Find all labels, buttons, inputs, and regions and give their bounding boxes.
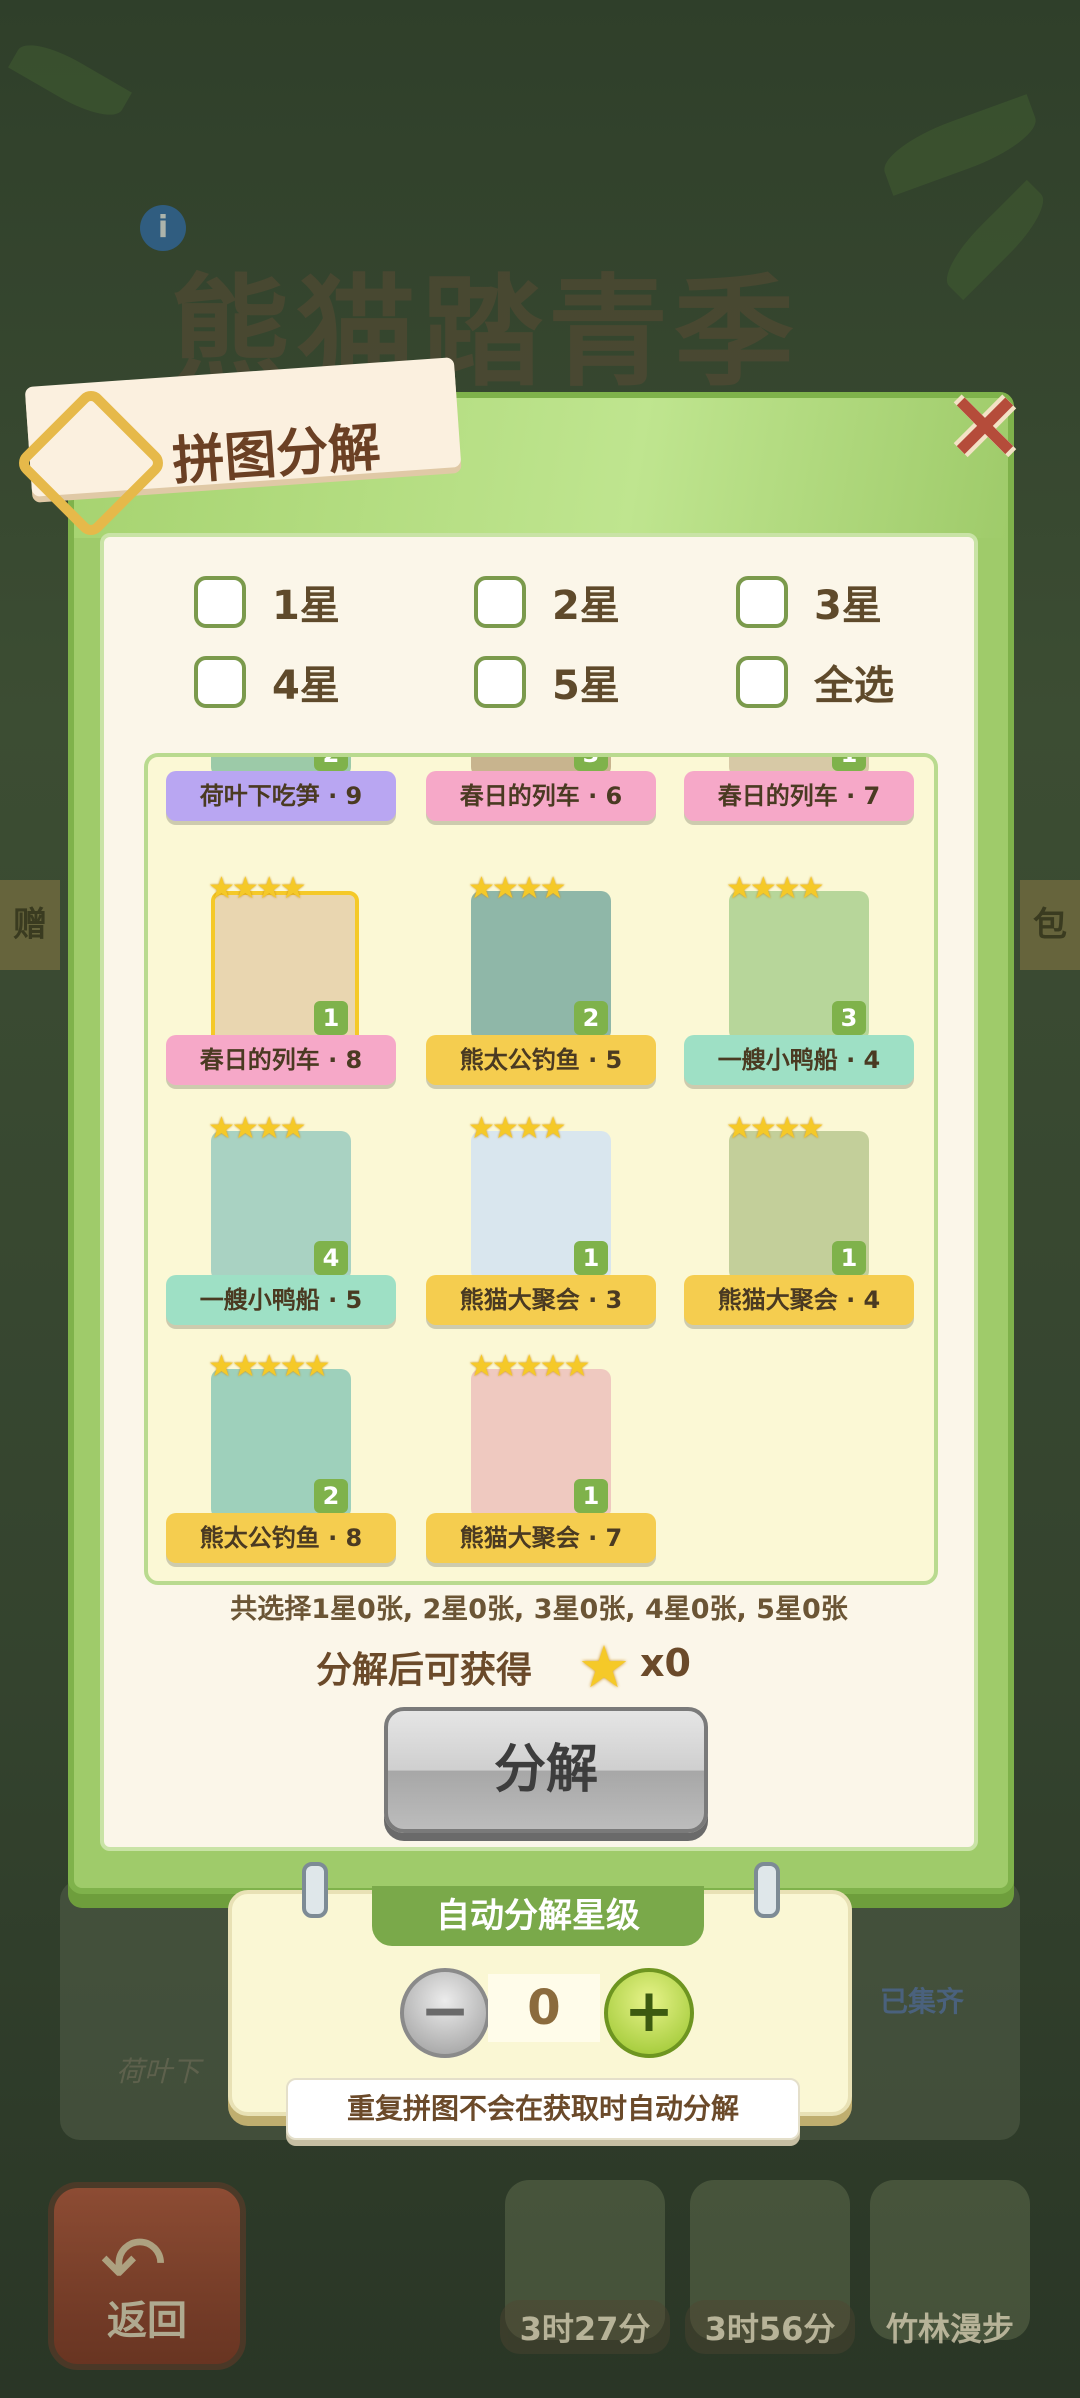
piece-count: 1: [574, 1479, 608, 1513]
reward-label: 分解后可获得: [316, 1650, 533, 1691]
filter-row-2: 4星 5星 全选: [104, 647, 974, 717]
checkbox[interactable]: [474, 656, 526, 708]
star-rating: ★★★★: [468, 1111, 567, 1146]
piece-name: 春日的列车 · 6: [426, 771, 656, 821]
piece-count: 1: [314, 1001, 348, 1035]
star-rating: ★★★★: [208, 1111, 307, 1146]
reward-count: x0: [640, 1641, 691, 1685]
piece-count: 3: [574, 757, 608, 771]
checkbox[interactable]: [194, 576, 246, 628]
piece-name: 春日的列车 · 8: [166, 1035, 396, 1085]
piece-name: 熊猫大聚会 · 4: [684, 1275, 914, 1325]
filter-label: 3星: [814, 583, 882, 629]
side-tab-right: 包: [1020, 880, 1080, 970]
card-label: 荷叶下: [116, 2055, 201, 2088]
puzzle-piece[interactable]: ★★★★ 1 春日的列车 · 8: [166, 871, 396, 1101]
bamboo-leaf: [934, 179, 1056, 301]
plus-button[interactable]: +: [604, 1968, 694, 2058]
checkbox[interactable]: [194, 656, 246, 708]
filter-5-star[interactable]: 5星: [474, 647, 620, 717]
collected-stamp: 已集齐: [880, 1985, 965, 2018]
walk-label: 竹林漫步: [885, 2310, 1014, 2348]
timer-label-1: 3时27分: [500, 2300, 670, 2354]
piece-count: 4: [314, 1241, 348, 1275]
puzzle-piece[interactable]: 2 荷叶下吃笋 · 9: [166, 757, 396, 837]
filter-select-all[interactable]: 全选: [736, 647, 894, 717]
piece-count: 2: [314, 1479, 348, 1513]
decompose-button[interactable]: 分解: [384, 1707, 708, 1833]
close-icon[interactable]: ×: [944, 375, 1026, 471]
filter-label: 4星: [272, 663, 340, 709]
piece-count: 2: [314, 757, 348, 771]
ring-clip-icon: [754, 1862, 780, 1918]
ring-clip-icon: [302, 1862, 328, 1918]
puzzle-piece[interactable]: ★★★★ 1 熊猫大聚会 · 3: [426, 1111, 656, 1341]
star-rating: ★★★★★: [468, 1349, 590, 1384]
piece-count: 1: [832, 1241, 866, 1275]
filter-1-star[interactable]: 1星: [194, 567, 340, 637]
piece-name: 熊太公钓鱼 · 5: [426, 1035, 656, 1085]
reward-row: 分解后可获得 ★ x0: [104, 1633, 974, 1703]
dialog-body: 1星 2星 3星 4星 5星 全选 2 荷叶下吃笋 · 9 3 春日的列车 · …: [100, 533, 978, 1851]
auto-decompose-note: 重复拼图不会在获取时自动分解: [286, 2078, 800, 2140]
checkbox[interactable]: [736, 656, 788, 708]
filter-label: 2星: [552, 583, 620, 629]
timer-label-2: 3时56分: [685, 2300, 855, 2354]
puzzle-piece[interactable]: ★★★★★ 1 熊猫大聚会 · 7: [426, 1349, 656, 1579]
puzzle-piece[interactable]: ★★★★ 3 一艘小鸭船 · 4: [684, 871, 914, 1101]
puzzle-piece[interactable]: ★★★★ 2 熊太公钓鱼 · 5: [426, 871, 656, 1101]
star-rating: ★★★★: [208, 871, 307, 906]
bamboo-leaf: [876, 94, 1044, 196]
puzzle-piece[interactable]: ★★★★ 4 一艘小鸭船 · 5: [166, 1111, 396, 1341]
filter-label: 1星: [272, 583, 340, 629]
piece-count: 1: [574, 1241, 608, 1275]
piece-name: 熊猫大聚会 · 7: [426, 1513, 656, 1563]
puzzle-piece[interactable]: ★★★★★ 2 熊太公钓鱼 · 8: [166, 1349, 396, 1579]
back-label: 返回: [107, 2298, 187, 2344]
piece-count: 3: [832, 1001, 866, 1035]
filter-row-1: 1星 2星 3星: [104, 567, 974, 637]
minus-button[interactable]: −: [400, 1968, 490, 2058]
star-rating: ★★★★★: [208, 1349, 330, 1384]
puzzle-piece[interactable]: 3 春日的列车 · 6: [426, 757, 656, 837]
piece-name: 一艘小鸭船 · 5: [166, 1275, 396, 1325]
puzzle-piece[interactable]: 1 春日的列车 · 7: [684, 757, 914, 837]
auto-decompose-title: 自动分解星级: [372, 1886, 704, 1946]
checkbox[interactable]: [736, 576, 788, 628]
star-rating: ★★★★: [468, 871, 567, 906]
checkbox[interactable]: [474, 576, 526, 628]
piece-name: 荷叶下吃笋 · 9: [166, 771, 396, 821]
puzzle-piece-grid: 2 荷叶下吃笋 · 9 3 春日的列车 · 6 1 春日的列车 · 7 ★★★★…: [144, 753, 938, 1585]
star-rating: ★★★★: [726, 871, 825, 906]
filter-label: 5星: [552, 663, 620, 709]
piece-name: 春日的列车 · 7: [684, 771, 914, 821]
filter-label: 全选: [814, 663, 894, 709]
back-button[interactable]: ↶ 返回: [48, 2182, 246, 2370]
side-tab-left: 赠: [0, 880, 60, 970]
piece-name: 熊太公钓鱼 · 8: [166, 1513, 396, 1563]
piece-name: 熊猫大聚会 · 3: [426, 1275, 656, 1325]
decompose-dialog: 1星 2星 3星 4星 5星 全选 2 荷叶下吃笋 · 9 3 春日的列车 · …: [68, 392, 1014, 1894]
star-level-value: 0: [488, 1974, 600, 2042]
dialog-title: 拼图分解: [170, 417, 383, 493]
filter-2-star[interactable]: 2星: [474, 567, 620, 637]
star-icon: ★: [578, 1633, 630, 1701]
piece-name: 一艘小鸭船 · 4: [684, 1035, 914, 1085]
piece-count: 1: [832, 757, 866, 771]
piece-count: 2: [574, 1001, 608, 1035]
selection-summary: 共选择1星0张, 2星0张, 3星0张, 4星0张, 5星0张: [230, 1594, 848, 1625]
puzzle-piece[interactable]: ★★★★ 1 熊猫大聚会 · 4: [684, 1111, 914, 1341]
bamboo-leaf: [8, 32, 132, 128]
star-rating: ★★★★: [726, 1111, 825, 1146]
filter-3-star[interactable]: 3星: [736, 567, 882, 637]
filter-4-star[interactable]: 4星: [194, 647, 340, 717]
